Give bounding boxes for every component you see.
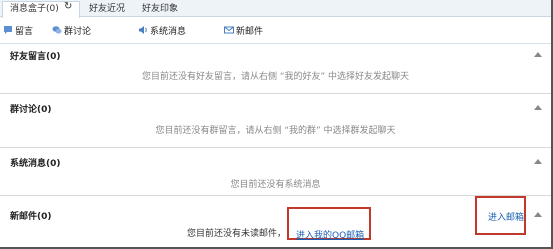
filter-system-button[interactable]: 系统消息	[138, 25, 186, 39]
section-system-messages: 系统消息(0) 您目前还没有系统消息	[0, 148, 551, 196]
tab-friends-impression[interactable]: 好友印象	[142, 2, 178, 17]
system-empty-text: 您目前还没有系统消息	[230, 180, 321, 190]
section-system-title: 系统消息(0)	[10, 159, 61, 169]
open-qq-mail-link[interactable]: 进入我的QQ邮箱	[296, 228, 364, 241]
section-mail-title: 新邮件(0)	[10, 212, 52, 222]
collapse-arrow-icon[interactable]	[534, 105, 542, 110]
enter-mailbox-link[interactable]: 进入邮箱	[488, 210, 524, 223]
refresh-icon[interactable]: ↻	[64, 1, 72, 12]
friend-messages-empty-text: 您目前还没有好友留言，请从右侧 “我的好友” 中选择好友发起聊天	[141, 72, 410, 82]
group-chat-icon	[52, 26, 62, 34]
filter-message-label: 留言	[15, 27, 34, 37]
section-group-title: 群讨论(0)	[10, 105, 52, 115]
filter-message-button[interactable]: 留言	[3, 25, 33, 39]
filter-mail-label: 新邮件	[236, 27, 264, 37]
section-friend-messages: 好友留言(0) 您目前还没有好友留言，请从右侧 “我的好友” 中选择好友发起聊天	[0, 44, 551, 94]
tab-inbox-label: 消息盒子(0)	[10, 4, 59, 14]
collapse-arrow-icon[interactable]	[534, 52, 542, 57]
collapse-arrow-icon[interactable]	[534, 159, 542, 164]
section-new-mail: 新邮件(0) 您目前还没有未读邮件， 进入我的QQ邮箱 进入邮箱	[0, 196, 551, 249]
filter-group-button[interactable]: 群讨论	[52, 25, 91, 39]
tab-bar: 消息盒子(0) ↻ 好友近况 好友印象	[0, 0, 551, 18]
collapse-arrow-icon[interactable]	[534, 212, 542, 217]
envelope-icon	[224, 26, 234, 34]
qq-mail-highlight: 进入我的QQ邮箱	[287, 207, 371, 241]
filter-group-label: 群讨论	[64, 27, 92, 37]
section-friend-messages-title: 好友留言(0)	[10, 52, 61, 62]
tab-impression-label: 好友印象	[142, 4, 179, 14]
speech-bubble-icon	[4, 26, 12, 34]
filter-toolbar: 留言 群讨论 系统消息 新邮件	[0, 18, 551, 44]
speaker-icon	[139, 26, 147, 34]
filter-mail-button[interactable]: 新邮件	[224, 25, 263, 39]
group-empty-text: 您目前还没有群留言，请从右侧 “我的群” 中选择群发起聊天	[155, 126, 396, 136]
section-group-discussion: 群讨论(0) 您目前还没有群留言，请从右侧 “我的群” 中选择群发起聊天	[0, 94, 551, 148]
message-box-panel: 消息盒子(0) ↻ 好友近况 好友印象 留言 群讨论 系统消息 新邮件 好友留言…	[0, 0, 553, 249]
tab-friends-updates[interactable]: 好友近况	[89, 2, 125, 17]
filter-system-label: 系统消息	[150, 27, 187, 37]
mail-empty-text: 您目前还没有未读邮件，	[187, 229, 287, 239]
enter-mail-highlight: 进入邮箱	[475, 196, 526, 235]
tab-friends-label: 好友近况	[89, 4, 126, 14]
